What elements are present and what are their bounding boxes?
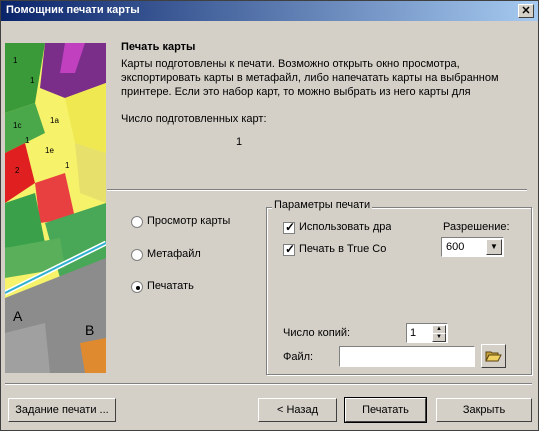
page-description: Карты подготовлены к печати. Возможно от… <box>121 58 499 98</box>
radio-circle[interactable] <box>131 281 143 293</box>
checkmark-icon: ✓ <box>285 242 296 256</box>
map-label: B <box>85 322 94 338</box>
chevron-down-icon[interactable]: ▼ <box>432 333 446 342</box>
print-wizard-window: Помощник печати карты ✕ 1 1 1c 1a 1 1e 2… <box>0 0 539 431</box>
prepared-maps-count-value: 1 <box>236 136 243 148</box>
radio-label[interactable]: Печатать <box>147 280 194 292</box>
print-button[interactable]: Печатать <box>344 397 427 423</box>
radio-circle[interactable] <box>131 249 143 261</box>
map-label: 1 <box>13 56 18 65</box>
close-button[interactable]: Закрыть <box>436 398 532 422</box>
file-path-input[interactable] <box>339 346 475 367</box>
print-job-button[interactable]: Задание печати ... <box>8 398 116 422</box>
map-label: 1a <box>50 116 59 125</box>
copies-label: Число копий: <box>283 327 351 339</box>
prepared-maps-count-label: Число подготовленных карт: <box>121 113 267 125</box>
radio-label[interactable]: Метафайл <box>147 248 201 260</box>
radio-selected-dot <box>136 286 140 290</box>
checkbox-box[interactable]: ✓ <box>283 220 296 234</box>
map-label: 1 <box>65 161 70 170</box>
checkmark-icon: ✓ <box>285 220 296 234</box>
folder-open-icon <box>485 351 502 362</box>
checkbox-label[interactable]: Использовать драйв <box>299 221 391 233</box>
copies-stepper[interactable]: 1 ▲ ▼ <box>406 323 448 343</box>
checkbox-label[interactable]: Печать в True Co <box>299 243 391 255</box>
copies-value: 1 <box>410 327 417 339</box>
map-label: 1e <box>45 146 54 155</box>
map-preview-image: 1 1 1c 1a 1 1e 2 1 A B <box>5 43 106 373</box>
button-bar-divider <box>5 383 532 385</box>
radio-circle[interactable] <box>131 216 143 228</box>
resolution-value: 600 <box>446 241 465 253</box>
file-label: Файл: <box>283 351 314 363</box>
resolution-label: Разрешение: <box>443 221 510 233</box>
close-icon: ✕ <box>521 5 531 17</box>
back-button[interactable]: < Назад <box>258 398 337 422</box>
resolution-select[interactable]: 600 ▼ <box>441 237 504 257</box>
page-heading: Печать карты <box>121 41 196 53</box>
map-label: A <box>13 308 23 324</box>
section-divider <box>107 189 527 191</box>
map-label: 1 <box>30 76 35 85</box>
print-params-group-title: Параметры печати <box>272 199 373 211</box>
browse-folder-button[interactable] <box>481 344 506 368</box>
map-label: 2 <box>15 166 20 175</box>
map-label: 1 <box>25 136 30 145</box>
map-label: 1c <box>13 121 21 130</box>
title-bar[interactable]: Помощник печати карты ✕ <box>1 1 538 21</box>
checkbox-box[interactable]: ✓ <box>283 242 296 256</box>
radio-label[interactable]: Просмотр карты <box>147 215 230 227</box>
close-window-button[interactable]: ✕ <box>518 4 534 18</box>
chevron-down-icon[interactable]: ▼ <box>486 239 502 255</box>
window-title: Помощник печати карты <box>6 4 140 16</box>
